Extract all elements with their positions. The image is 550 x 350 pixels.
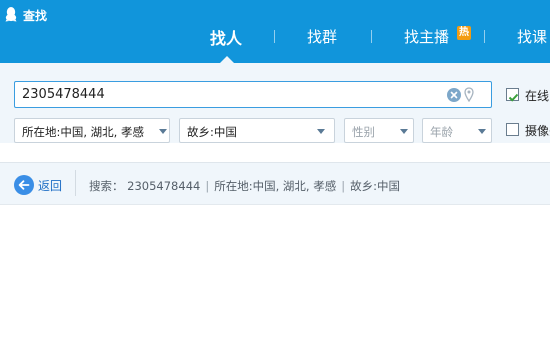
summary-query: 2305478444 bbox=[127, 179, 201, 193]
summary-location: 所在地:中国, 湖北, 孝感 bbox=[214, 179, 337, 193]
chevron-down-icon bbox=[400, 129, 408, 134]
window-title: 查找 bbox=[23, 9, 48, 23]
header-bar: 查找 找人 找群 找主播 热 找课 bbox=[0, 0, 550, 63]
divider bbox=[75, 170, 76, 196]
tab-separator bbox=[484, 30, 485, 43]
search-input-value[interactable]: 2305478444 bbox=[22, 87, 105, 102]
tab-find-streamers[interactable]: 找主播 bbox=[404, 26, 449, 47]
gender-select[interactable]: 性别 bbox=[344, 118, 414, 143]
camera-checkbox[interactable] bbox=[506, 123, 519, 136]
back-arrow-icon[interactable] bbox=[14, 175, 34, 195]
tab-separator bbox=[274, 30, 275, 43]
summary-hometown: 故乡:中国 bbox=[350, 179, 400, 193]
hot-badge: 热 bbox=[457, 26, 471, 40]
chevron-down-icon bbox=[317, 129, 325, 134]
search-summary: 搜索： 2305478444 | 所在地:中国, 湖北, 孝感 | 故乡:中国 bbox=[89, 178, 400, 194]
qq-penguin-icon bbox=[5, 7, 17, 22]
active-tab-indicator bbox=[220, 56, 234, 63]
location-pin-icon[interactable] bbox=[464, 87, 474, 102]
tab-separator bbox=[371, 30, 372, 43]
summary-separator: | bbox=[341, 179, 346, 193]
gender-select-placeholder: 性别 bbox=[352, 125, 375, 139]
chevron-down-icon bbox=[159, 129, 167, 134]
location-select[interactable]: 所在地:中国, 湖北, 孝感 bbox=[14, 118, 170, 143]
hometown-select[interactable]: 故乡:中国 bbox=[179, 118, 335, 143]
find-window: 查找 找人 找群 找主播 热 找课 2305478444 在线 所在地:中国, … bbox=[0, 0, 550, 350]
summary-prefix: 搜索： bbox=[89, 179, 124, 193]
hometown-select-value: 故乡:中国 bbox=[187, 125, 237, 139]
summary-separator: | bbox=[205, 179, 210, 193]
tab-find-groups[interactable]: 找群 bbox=[307, 26, 337, 47]
results-area bbox=[0, 206, 550, 350]
online-checkbox[interactable] bbox=[506, 88, 519, 102]
tab-find-people[interactable]: 找人 bbox=[210, 25, 242, 49]
clear-icon[interactable] bbox=[447, 88, 461, 102]
camera-checkbox-label: 摄像头 bbox=[525, 124, 550, 138]
tab-find-courses[interactable]: 找课 bbox=[517, 26, 547, 47]
age-select[interactable]: 年龄 bbox=[422, 118, 492, 143]
age-select-placeholder: 年龄 bbox=[430, 125, 453, 139]
check-icon bbox=[508, 93, 519, 102]
back-link[interactable]: 返回 bbox=[38, 177, 62, 194]
location-select-value: 所在地:中国, 湖北, 孝感 bbox=[22, 125, 144, 139]
online-checkbox-label: 在线 bbox=[525, 89, 550, 103]
chevron-down-icon bbox=[478, 129, 486, 134]
